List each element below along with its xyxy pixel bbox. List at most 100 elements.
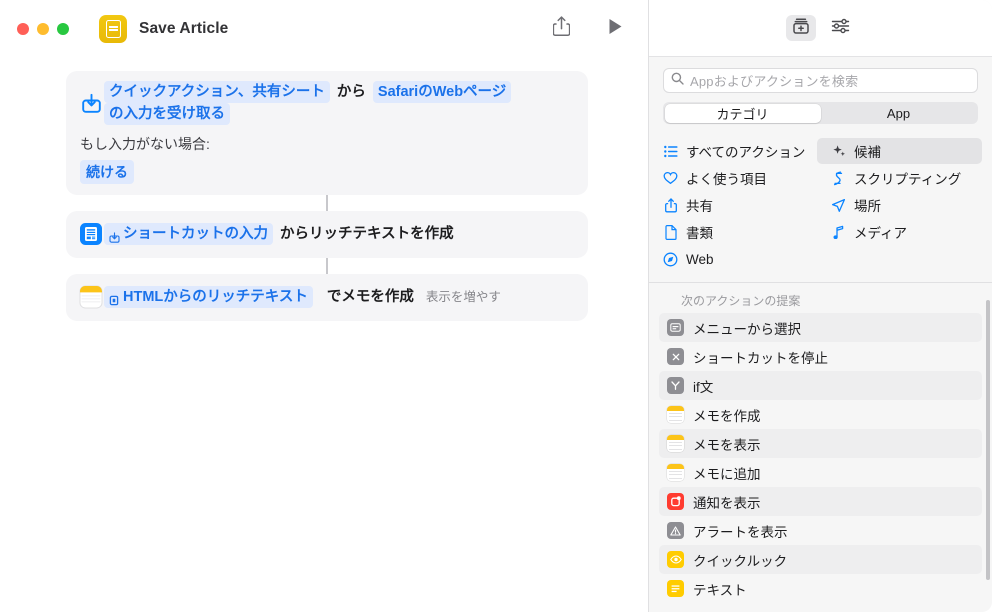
sidebar-item-label: メディア [854, 226, 908, 241]
list-item-label: メニューから選択 [693, 321, 801, 337]
suggestions-header: 次のアクションの提案 [681, 294, 801, 308]
list-item-label: メモに追加 [693, 466, 761, 482]
sidebar-item-label: スクリプティング [854, 172, 962, 187]
alert-triangle-icon [667, 522, 684, 539]
suggestions-list: メニューから選択 ショートカットを停止 if文 メモを作成 メモを表示 メモに追… [649, 313, 992, 612]
sidebar-item-label: よく使う項目 [686, 172, 767, 187]
show-more-button[interactable]: 表示を増やす [414, 287, 501, 307]
segment-categories[interactable]: カテゴリ [664, 103, 821, 123]
library-scrollbar[interactable] [986, 300, 990, 580]
list-item-label: アラートを表示 [693, 524, 788, 540]
list-item[interactable]: 通知を表示 [659, 487, 982, 516]
no-input-chip[interactable]: 続ける [80, 160, 134, 184]
action-card-2-header: ショートカットの入力 からリッチテキストを作成 [78, 221, 574, 247]
branch-icon [667, 377, 684, 394]
list-item[interactable]: メニューから選択 [659, 313, 982, 342]
library-segmented-control[interactable]: カテゴリ App [663, 102, 978, 124]
list-item-label: 通知を表示 [693, 495, 761, 511]
action-library-button[interactable] [785, 15, 816, 41]
minimize-button[interactable] [37, 22, 49, 35]
shortcut-input-token-label: ショートカットの入力 [123, 226, 268, 242]
list-item-label: メモを表示 [693, 437, 761, 453]
segment-apps[interactable]: App [821, 104, 977, 123]
app-icon-glyph [105, 19, 121, 38]
library-settings-button[interactable] [826, 15, 856, 41]
list-item[interactable]: クイックルック [659, 545, 982, 574]
notes-app-icon [667, 435, 684, 452]
segmented-control-section: カテゴリ App [649, 93, 992, 124]
list-item-label: クイックルック [693, 553, 788, 569]
page-title: Save Article [139, 19, 229, 37]
rich-text-document-icon [78, 221, 104, 247]
library-toolbar [649, 0, 992, 57]
receive-input-suffix[interactable]: の入力を受け取る [104, 103, 230, 125]
sidebar-item-scripting[interactable]: スクリプティング [817, 165, 992, 191]
shortcuts-window: Save Article クイックアクション、共有シート から SafariのW… [0, 0, 992, 612]
menu-icon [667, 319, 684, 336]
run-button[interactable] [598, 14, 632, 44]
list-item-label: if文 [693, 379, 714, 395]
search-icon [671, 72, 684, 90]
zoom-button[interactable] [57, 22, 69, 35]
list-item[interactable]: ショートカットを停止 [659, 342, 982, 371]
html-rich-text-token[interactable]: HTMLからのリッチテキスト [104, 286, 313, 308]
action-library-pane: Appおよびアクションを検索 カテゴリ App すべてのアクション 候補 よく使… [648, 0, 992, 612]
action-card-create-note[interactable]: HTMLからのリッチテキスト でメモを作成 表示を増やす [66, 274, 588, 321]
script-icon [831, 171, 846, 186]
action-connector-word: から [336, 84, 366, 100]
list-item[interactable]: アラートを表示 [659, 516, 982, 545]
list-item[interactable]: メモを作成 [659, 400, 982, 429]
card-connector [326, 195, 328, 211]
shortcut-input-token[interactable]: ショートカットの入力 [104, 223, 273, 245]
list-item[interactable]: テキスト [659, 574, 982, 603]
eye-icon [667, 551, 684, 568]
sidebar-item-media[interactable]: メディア [817, 219, 992, 245]
search-input[interactable]: Appおよびアクションを検索 [663, 68, 978, 93]
shortcut-input-icon [109, 229, 120, 243]
notes-app-icon [78, 284, 104, 310]
input-source-token[interactable]: クイックアクション、共有シート [104, 81, 330, 103]
heart-icon [663, 171, 678, 186]
compass-icon [663, 252, 678, 267]
list-item[interactable]: if文 [659, 371, 982, 400]
no-input-label: もし入力がない場合: [80, 136, 210, 152]
window-titlebar: Save Article [0, 0, 648, 57]
sidebar-item-web[interactable]: Web [649, 246, 817, 272]
document-icon [663, 224, 678, 240]
share-button[interactable] [544, 14, 578, 44]
notes-app-icon [667, 464, 684, 481]
action-card-2-suffix: からリッチテキストを作成 [280, 226, 454, 242]
notes-app-icon [667, 406, 684, 423]
action-card-receive-input[interactable]: クイックアクション、共有シート から SafariのWebページ の入力を受け取… [66, 71, 588, 195]
sliders-icon [831, 17, 850, 40]
action-card-3-text: HTMLからのリッチテキスト でメモを作成 表示を増やす [104, 286, 501, 308]
category-grid: すべてのアクション 候補 よく使う項目 スクリプティング 共有 場所 書類 メデ… [649, 128, 992, 283]
sidebar-item-label: 書類 [686, 226, 713, 241]
sidebar-item-sharing[interactable]: 共有 [649, 192, 817, 218]
play-icon [608, 18, 623, 40]
sidebar-item-all-actions[interactable]: すべてのアクション [649, 138, 817, 164]
action-card-1-text: クイックアクション、共有シート から SafariのWebページ の入力を受け取… [104, 81, 574, 125]
sidebar-item-label: 共有 [686, 199, 713, 214]
text-lines-icon [667, 580, 684, 597]
workflow-canvas: クイックアクション、共有シート から SafariのWebページ の入力を受け取… [0, 57, 648, 612]
search-section: Appおよびアクションを検索 [649, 57, 992, 93]
sidebar-item-documents[interactable]: 書類 [649, 219, 817, 245]
sidebar-item-location[interactable]: 場所 [817, 192, 992, 218]
sparkles-icon [831, 144, 846, 159]
stop-x-icon [667, 348, 684, 365]
window-controls[interactable] [17, 22, 69, 35]
list-item-label: ショートカットを停止 [693, 350, 828, 366]
safari-webpage-token[interactable]: SafariのWebページ [372, 81, 512, 103]
list-item[interactable]: メモに追加 [659, 458, 982, 487]
action-card-3-header: HTMLからのリッチテキスト でメモを作成 表示を増やす [78, 284, 574, 310]
close-button[interactable] [17, 22, 29, 35]
sidebar-item-label: Web [686, 251, 714, 267]
list-item[interactable]: メモを表示 [659, 429, 982, 458]
variable-icon [109, 292, 120, 305]
share-icon [663, 197, 678, 213]
share-icon [552, 16, 570, 41]
action-card-make-rich-text[interactable]: ショートカットの入力 からリッチテキストを作成 [66, 211, 588, 258]
sidebar-item-favorites[interactable]: よく使う項目 [649, 165, 817, 191]
sidebar-item-suggestions[interactable]: 候補 [817, 138, 982, 164]
